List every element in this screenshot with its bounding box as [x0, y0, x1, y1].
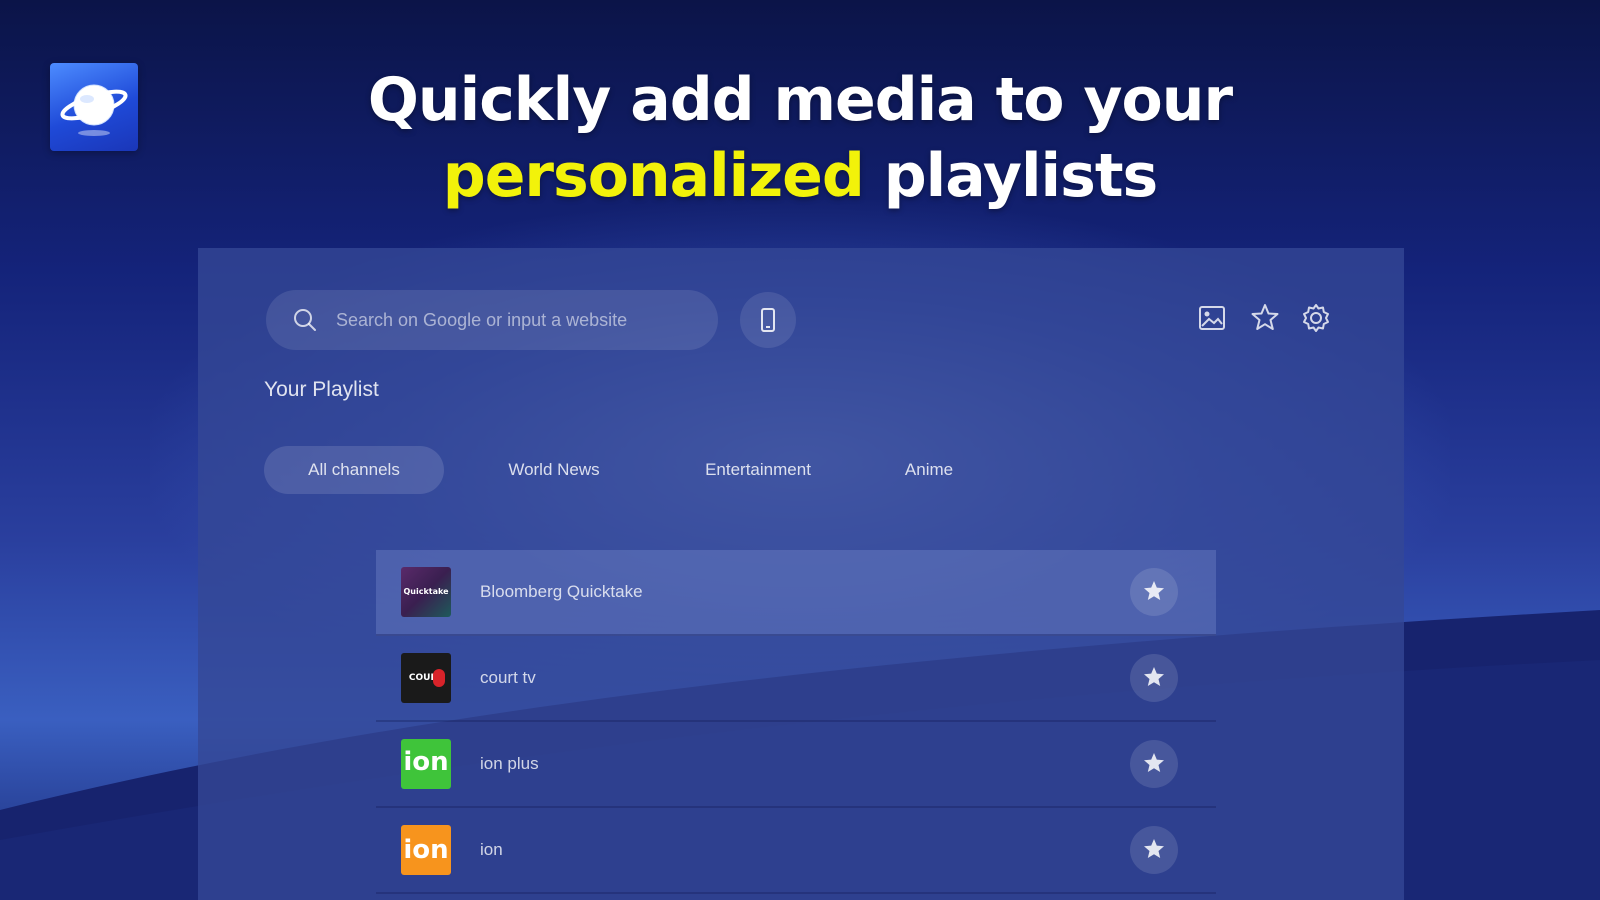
channel-list: Quicktake Bloomberg Quicktake COURT cour…: [376, 550, 1216, 894]
channel-logo: ion: [401, 825, 451, 875]
tab-entertainment[interactable]: Entertainment: [678, 446, 838, 494]
image-icon[interactable]: [1194, 300, 1230, 336]
headline-line-1: Quickly add media to your: [367, 65, 1233, 135]
channel-name: ion plus: [480, 754, 539, 773]
gear-icon[interactable]: [1298, 300, 1334, 336]
browser-panel: Search on Google or input a website Your…: [198, 248, 1404, 900]
channel-name: ion: [480, 840, 503, 859]
channel-row[interactable]: ion ion: [376, 808, 1216, 894]
search-icon: [294, 309, 316, 331]
channel-name: court tv: [480, 668, 536, 687]
channel-logo-text: Quicktake: [403, 587, 449, 596]
headline-line-2: personalized playlists: [0, 138, 1600, 214]
channel-row[interactable]: ion ion plus: [376, 722, 1216, 808]
channel-logo: COURT: [401, 653, 451, 703]
favorite-button[interactable]: [1130, 654, 1178, 702]
playlist-title: Your Playlist: [264, 378, 379, 401]
star-icon: [1144, 667, 1164, 686]
channel-logo-text: ion: [403, 747, 449, 777]
court-tv-red-mark: [433, 669, 445, 687]
channel-logo-text: ion: [403, 835, 449, 865]
headline-line-2-rest: playlists: [863, 141, 1159, 211]
search-bar[interactable]: Search on Google or input a website: [266, 290, 718, 350]
star-outline-icon[interactable]: [1247, 300, 1283, 336]
channel-row[interactable]: Quicktake Bloomberg Quicktake: [376, 550, 1216, 636]
headline: Quickly add media to your personalized p…: [0, 62, 1600, 214]
tab-world-news[interactable]: World News: [484, 446, 624, 494]
star-icon: [1144, 581, 1164, 600]
favorite-button[interactable]: [1130, 826, 1178, 874]
star-icon: [1144, 839, 1164, 858]
tab-anime[interactable]: Anime: [884, 446, 974, 494]
tab-all-channels[interactable]: All channels: [264, 446, 444, 494]
headline-accent: personalized: [442, 141, 865, 211]
cast-to-phone-button[interactable]: [740, 292, 796, 348]
search-placeholder: Search on Google or input a website: [336, 310, 628, 330]
star-icon: [1144, 753, 1164, 772]
channel-name: Bloomberg Quicktake: [480, 582, 643, 601]
channel-logo: ion: [401, 739, 451, 789]
favorite-button[interactable]: [1130, 568, 1178, 616]
channel-row[interactable]: COURT court tv: [376, 636, 1216, 722]
favorite-button[interactable]: [1130, 740, 1178, 788]
channel-logo: Quicktake: [401, 567, 451, 617]
phone-icon: [761, 308, 775, 332]
